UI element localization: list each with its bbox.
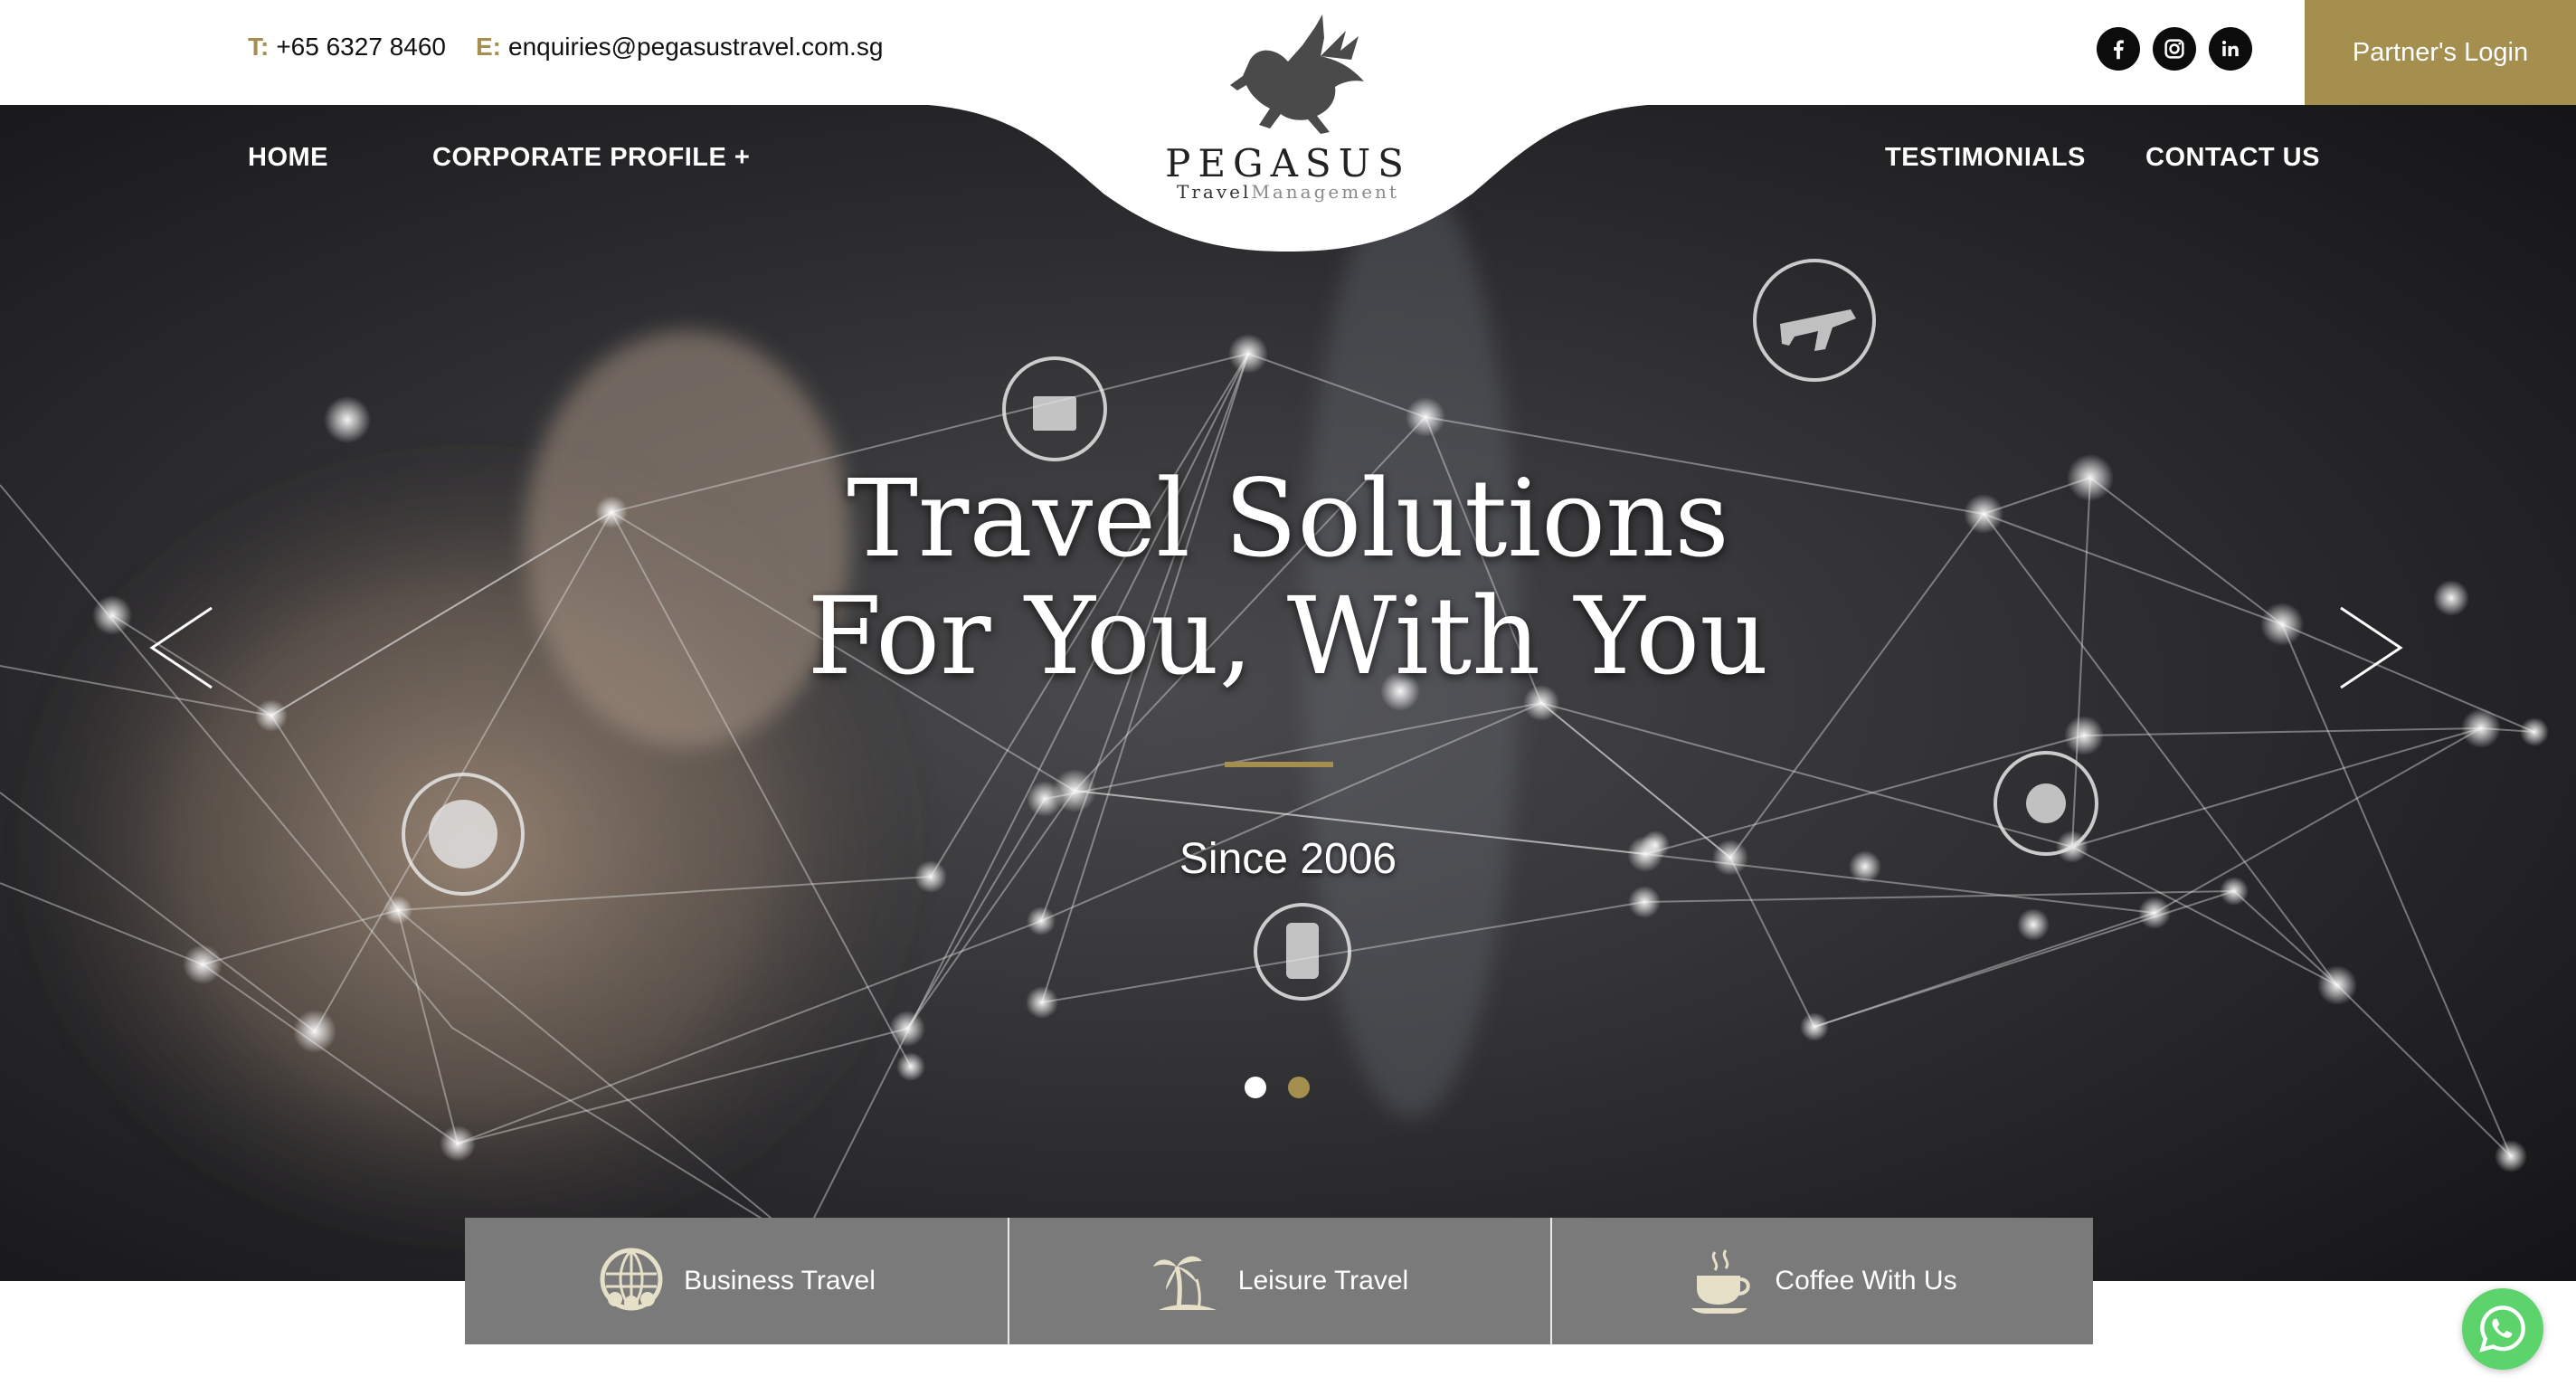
slider-prev-arrow-icon[interactable] <box>145 604 217 691</box>
nav-testimonials[interactable]: TESTIMONIALS <box>1885 143 2086 173</box>
hero-since: Since 2006 <box>1179 835 1397 883</box>
hero-headline-line2: For You, With You <box>807 574 1769 698</box>
instagram-icon[interactable] <box>2153 27 2196 71</box>
slider-dot-2[interactable] <box>1288 1077 1310 1098</box>
service-label: Business Travel <box>684 1266 876 1296</box>
email-contact[interactable]: E: enquiries@pegasustravel.com.sg <box>476 33 883 62</box>
pegasus-logo[interactable]: PEGASUS TravelManagement <box>1143 9 1433 208</box>
globe-people-icon <box>600 1248 663 1311</box>
headline-divider <box>1225 762 1333 767</box>
hero-headline-line1: Travel Solutions <box>847 456 1729 581</box>
phone-number: +65 6327 8460 <box>276 33 446 61</box>
partner-login-button[interactable]: Partner's Login <box>2305 0 2576 105</box>
service-leisure-travel[interactable]: Leisure Travel <box>1008 1218 1550 1344</box>
nav-home[interactable]: HOME <box>248 143 328 173</box>
phone-contact[interactable]: T: +65 6327 8460 <box>248 33 446 62</box>
service-tabs: Business Travel Leisure Travel Coffee Wi… <box>465 1218 2093 1344</box>
service-label: Leisure Travel <box>1237 1266 1409 1296</box>
coffee-cup-icon <box>1691 1249 1751 1314</box>
linkedin-icon[interactable] <box>2209 27 2252 71</box>
nav-contact-us[interactable]: CONTACT US <box>2145 143 2320 173</box>
service-label: Coffee With Us <box>1775 1266 1957 1296</box>
email-key: E: <box>476 33 501 61</box>
logo-tagline: TravelManagement <box>1158 181 1418 203</box>
palm-tree-icon <box>1152 1256 1217 1310</box>
slider-dot-1[interactable] <box>1245 1077 1266 1098</box>
slider-next-arrow-icon[interactable] <box>2335 604 2408 691</box>
nav-corporate-profile[interactable]: CORPORATE PROFILE + <box>432 143 750 173</box>
whatsapp-icon <box>2479 1305 2525 1353</box>
service-business-travel[interactable]: Business Travel <box>465 1218 1008 1344</box>
hero-headline: Travel Solutions For You, With You <box>745 460 1831 695</box>
logo-brand: PEGASUS <box>1165 141 1411 185</box>
logo-tag-management: Management <box>1251 181 1399 203</box>
facebook-icon[interactable] <box>2097 27 2140 71</box>
phone-key: T: <box>248 33 270 61</box>
whatsapp-chat-button[interactable] <box>2462 1288 2543 1370</box>
email-address: enquiries@pegasustravel.com.sg <box>508 33 884 61</box>
logo-tag-travel: Travel <box>1177 181 1252 203</box>
service-coffee-with-us[interactable]: Coffee With Us <box>1550 1218 2093 1344</box>
